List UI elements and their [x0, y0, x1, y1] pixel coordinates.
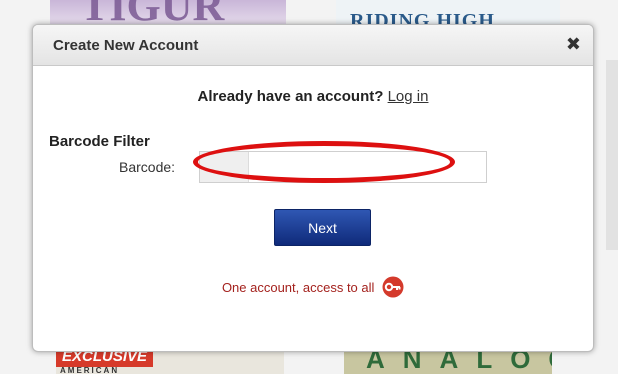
close-icon[interactable]: ✖ [566, 34, 581, 54]
section-title: Barcode Filter [49, 133, 150, 150]
login-prompt-text: Already have an account? [197, 88, 384, 105]
dialog-title: Create New Account [53, 37, 199, 54]
login-prompt-line: Already have an account? Log in [33, 88, 593, 105]
create-account-dialog: Create New Account ✖ Already have an acc… [32, 24, 594, 352]
barcode-label: Barcode: [119, 159, 176, 175]
key-icon [382, 276, 404, 301]
next-button[interactable]: Next [274, 209, 371, 246]
background-panel-edge [606, 60, 618, 250]
tagline-text: One account, access to all [221, 279, 375, 295]
dialog-header: Create New Account ✖ [33, 25, 593, 66]
login-link[interactable]: Log in [388, 88, 429, 105]
tagline: One account, access to all [33, 276, 593, 301]
barcode-input-prefix [200, 152, 249, 182]
